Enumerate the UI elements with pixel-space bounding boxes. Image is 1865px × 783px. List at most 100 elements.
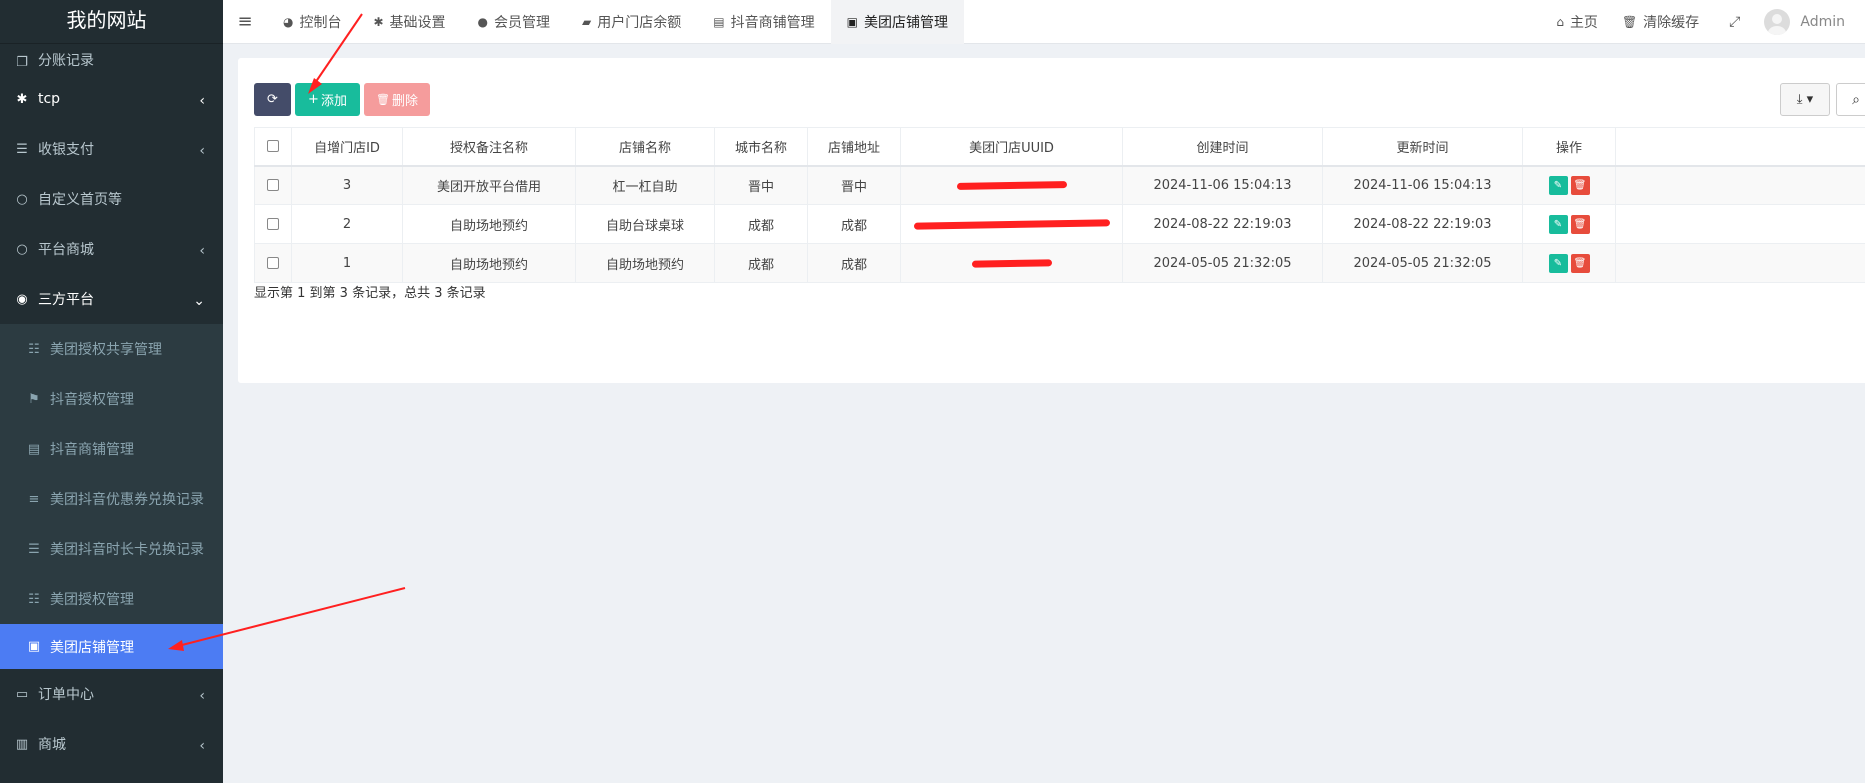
site-logo[interactable]: 我的网站 (0, 0, 223, 44)
sidebar-item-platform-mall[interactable]: ○ 平台商城 ‹ (0, 224, 223, 274)
delete-row-button[interactable]: 🗑 (1570, 253, 1590, 273)
column-header[interactable]: 城市名称 (714, 127, 808, 167)
sidebar-item-timecard-records[interactable]: ☰ 美团抖音时长卡兑换记录 (0, 524, 223, 574)
data-table: 自增门店ID 授权备注名称 店铺名称 城市名称 店铺地址 美团门店UUID 创建… (254, 127, 1865, 283)
select-all-checkbox[interactable] (267, 140, 279, 153)
edit-button[interactable]: ✎ (1548, 253, 1568, 273)
briefcase-icon: ▥ (15, 736, 29, 752)
sidebar-item-third-party[interactable]: ◉ 三方平台 ⌄ (0, 274, 223, 324)
cell-shop: 杠一杠自助 (575, 165, 715, 205)
cell-address: 成都 (807, 243, 901, 283)
top-navbar: ≡ ◕ 控制台 ✱ 基础设置 ● 会员管理 ▰ 用户门店余额 ▤ 抖音商铺管理 … (223, 0, 1865, 44)
sidebar-item-douyin-auth[interactable]: ⚑ 抖音授权管理 (0, 374, 223, 424)
trash-icon: 🗑 (1621, 15, 1638, 29)
pagination-summary: 显示第 1 到第 3 条记录，总共 3 条记录 (254, 286, 486, 301)
th-list-icon: ☷ (28, 591, 40, 607)
search-button[interactable]: ⌕ (1836, 83, 1865, 116)
edit-button[interactable]: ✎ (1548, 214, 1568, 234)
delete-label: 删除 (391, 94, 418, 109)
redaction-mark (971, 258, 1052, 268)
fullscreen-button[interactable]: ⤢ (1711, 0, 1758, 44)
chevron-left-icon: ‹ (199, 738, 205, 754)
row-checkbox[interactable] (267, 179, 279, 192)
tab-user-store-balance[interactable]: ▰ 用户门店余额 (566, 0, 697, 44)
column-header[interactable]: 创建时间 (1122, 127, 1323, 167)
column-header[interactable]: 店铺地址 (807, 127, 901, 167)
column-header[interactable]: 自增门店ID (291, 127, 403, 167)
sidebar-item-split-records[interactable]: ❐ 分账记录 (0, 44, 223, 74)
cell-address: 成都 (807, 204, 901, 244)
trash-icon: 🗑 (376, 93, 390, 106)
tab-meituan-shop[interactable]: ▣ 美团店铺管理 (830, 0, 964, 44)
sidebar-item-coupon-records[interactable]: ≡ 美团抖音优惠券兑换记录 (0, 474, 223, 524)
cell-uuid (900, 204, 1123, 244)
sidebar-item-meituan-share[interactable]: ☷ 美团授权共享管理 (0, 324, 223, 374)
home-link[interactable]: ⌂ 主页 (1544, 0, 1610, 44)
sidebar-item-mall[interactable]: ▥ 商城 ‹ (0, 719, 223, 769)
chevron-left-icon: ‹ (199, 93, 205, 109)
cell-uuid (900, 165, 1123, 205)
sidebar-item-label: 分账记录 (38, 53, 94, 69)
column-header[interactable]: 授权备注名称 (402, 127, 576, 167)
toolbar: ⟳ + 添加 🗑 删除 (254, 83, 430, 116)
refresh-icon: ⟳ (267, 92, 278, 107)
sidebar-item-meituan-shop[interactable]: ▣ 美团店铺管理 (0, 624, 223, 669)
sidebar-item-douyin-shop[interactable]: ▤ 抖音商铺管理 (0, 424, 223, 474)
delete-row-button[interactable]: 🗑 (1570, 214, 1590, 234)
redaction-mark (913, 218, 1110, 230)
add-label: 添加 (320, 94, 347, 109)
chevron-left-icon: ‹ (199, 688, 205, 704)
home-icon: ⌂ (1556, 15, 1564, 29)
row-checkbox[interactable] (267, 257, 279, 269)
th-list-icon: ☷ (28, 341, 40, 357)
content-panel: ⟳ + 添加 🗑 删除 ⤓ ▾ ⌕ 自增门店ID 授权备注名称 店铺名称 城市名… (238, 58, 1865, 383)
book-icon: ▣ (27, 639, 41, 654)
avatar (1764, 9, 1791, 35)
table-header-row: 自增门店ID 授权备注名称 店铺名称 城市名称 店铺地址 美团门店UUID 创建… (254, 127, 1865, 167)
add-button[interactable]: + 添加 (295, 83, 360, 116)
asterisk-icon: ✱ (16, 91, 28, 107)
sidebar-item-tcp[interactable]: ✱ tcp ‹ (0, 74, 223, 124)
sidebar-item-meituan-auth[interactable]: ☷ 美团授权管理 (0, 574, 223, 624)
tab-basic-settings[interactable]: ✱ 基础设置 (357, 0, 461, 44)
refresh-button[interactable]: ⟳ (254, 83, 291, 116)
export-button[interactable]: ⤓ ▾ (1780, 83, 1830, 116)
cell-updated: 2024-08-22 22:19:03 (1322, 204, 1523, 244)
sidebar-item-cashier[interactable]: ☰ 收银支付 ‹ (0, 124, 223, 174)
tab-label: 会员管理 (494, 14, 551, 31)
cell-id: 3 (291, 165, 403, 205)
cell-uuid (900, 243, 1123, 283)
dashboard-icon: ◕ (283, 14, 294, 29)
archive-icon: ▤ (27, 441, 41, 457)
cell-id: 1 (291, 243, 403, 283)
column-header[interactable]: 美团门店UUID (900, 127, 1123, 167)
circle-icon: ○ (16, 241, 28, 257)
asterisk-icon: ✱ (373, 14, 384, 29)
toolbar-right: ⤓ ▾ ⌕ (1780, 83, 1865, 116)
cell-shop: 自助场地预约 (575, 243, 715, 283)
sidebar-item-label: 美团授权管理 (50, 592, 134, 608)
cell-created: 2024-05-05 21:32:05 (1122, 243, 1323, 283)
tab-dashboard[interactable]: ◕ 控制台 (267, 0, 357, 44)
book-icon: ▣ (846, 14, 858, 29)
tab-member-management[interactable]: ● 会员管理 (462, 0, 566, 44)
sidebar-item-label: 抖音授权管理 (50, 392, 134, 408)
user-menu[interactable]: Admin (1758, 0, 1865, 44)
delete-button[interactable]: 🗑 删除 (364, 83, 430, 116)
column-header[interactable]: 更新时间 (1322, 127, 1523, 167)
eye-icon: ◉ (16, 291, 28, 307)
copy-icon: ❐ (16, 55, 28, 70)
column-header[interactable]: 店铺名称 (575, 127, 715, 167)
delete-row-button[interactable]: 🗑 (1570, 175, 1590, 195)
row-checkbox[interactable] (267, 218, 279, 230)
cell-created: 2024-08-22 22:19:03 (1122, 204, 1323, 244)
tab-douyin-shop[interactable]: ▤ 抖音商铺管理 (697, 0, 830, 44)
sidebar-item-order-center[interactable]: ▭ 订单中心 ‹ (0, 669, 223, 719)
sidebar-item-label: 商城 (38, 737, 66, 753)
tab-label: 基础设置 (389, 14, 446, 31)
menu-toggle-icon[interactable]: ≡ (223, 0, 267, 44)
sidebar-item-custom-home[interactable]: ○ 自定义首页等 (0, 174, 223, 224)
edit-button[interactable]: ✎ (1548, 175, 1568, 195)
cell-actions: ✎ 🗑 (1522, 204, 1616, 244)
clear-cache-button[interactable]: 🗑 清除缓存 (1610, 0, 1711, 44)
